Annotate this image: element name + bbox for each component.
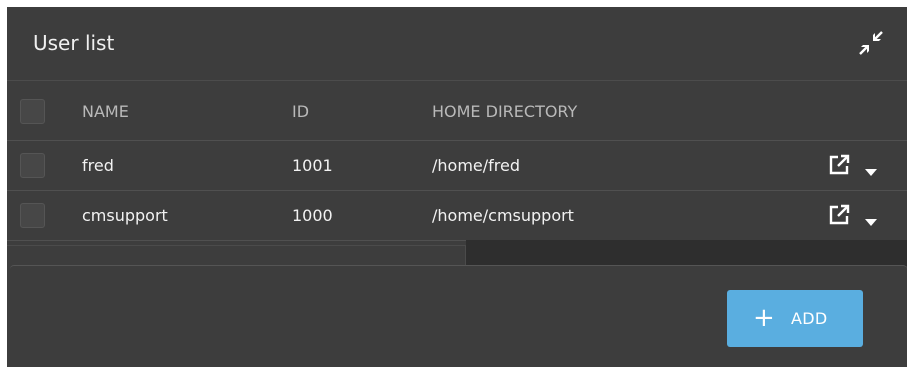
user-id: 1000 — [292, 206, 333, 225]
row-actions — [827, 203, 887, 229]
caret-down-icon[interactable] — [865, 162, 877, 176]
column-header-home-directory[interactable]: HOME DIRECTORY — [432, 102, 577, 121]
user-home-directory: /home/fred — [432, 156, 520, 175]
caret-down-icon[interactable] — [865, 212, 877, 226]
row-checkbox[interactable] — [20, 203, 45, 228]
user-name: fred — [82, 156, 114, 175]
table-row[interactable]: fred 1001 /home/fred — [7, 141, 907, 191]
horizontal-scrollbar[interactable] — [466, 240, 907, 266]
open-external-icon[interactable] — [827, 203, 851, 227]
column-header-id[interactable]: ID — [292, 102, 309, 121]
scrollbar-thumb[interactable] — [7, 245, 466, 265]
user-home-directory: /home/cmsupport — [432, 206, 574, 225]
plus-icon: + — [753, 303, 775, 333]
user-table: NAME ID HOME DIRECTORY fred 1001 /home/f… — [7, 81, 907, 241]
panel-header: User list — [7, 7, 907, 81]
user-id: 1001 — [292, 156, 333, 175]
row-checkbox[interactable] — [20, 153, 45, 178]
table-row[interactable]: cmsupport 1000 /home/cmsupport — [7, 191, 907, 241]
column-header-name[interactable]: NAME — [82, 102, 129, 121]
add-button-label: ADD — [791, 309, 828, 328]
row-actions — [827, 153, 887, 179]
table-header-row: NAME ID HOME DIRECTORY — [7, 81, 907, 141]
user-name: cmsupport — [82, 206, 168, 225]
collapse-icon[interactable] — [857, 29, 885, 57]
select-all-checkbox[interactable] — [20, 99, 45, 124]
add-user-button[interactable]: + ADD — [727, 290, 863, 347]
open-external-icon[interactable] — [827, 153, 851, 177]
panel-title: User list — [33, 31, 115, 55]
user-list-panel: User list NAME ID HOME DIRECTORY fred 10… — [7, 7, 907, 367]
